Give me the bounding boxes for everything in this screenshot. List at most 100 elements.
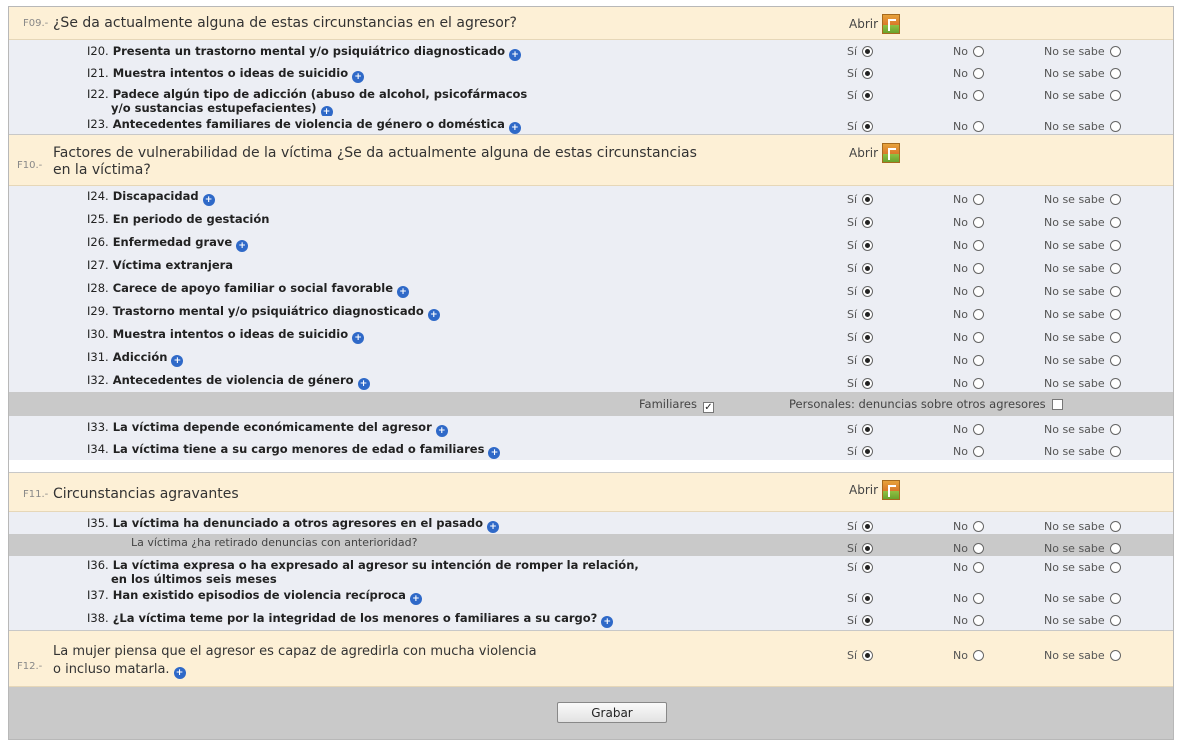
option-si[interactable]: Sí [847,649,874,662]
radio-button[interactable] [972,121,984,132]
option-no[interactable]: No [953,331,984,344]
radio-button[interactable] [972,46,984,57]
option-no[interactable]: No [953,67,984,80]
radio-button[interactable] [862,543,874,554]
info-icon[interactable]: + [397,286,410,298]
option-no[interactable]: No [953,285,984,298]
radio-button[interactable] [1109,562,1121,573]
option-no-se-sabe[interactable]: No se sabe [1044,216,1121,229]
info-icon[interactable]: + [488,447,501,459]
radio-button[interactable] [1109,355,1121,366]
info-icon[interactable]: + [236,240,249,252]
radio-button[interactable] [862,615,874,626]
radio-button[interactable] [862,309,874,320]
checkbox[interactable] [1051,399,1063,410]
option-si[interactable]: Sí [847,45,874,58]
radio-button[interactable] [972,194,984,205]
option-no-se-sabe[interactable]: No se sabe [1044,285,1121,298]
option-no-se-sabe[interactable]: No se sabe [1044,262,1121,275]
option-no[interactable]: No [953,542,984,555]
radio-button[interactable] [862,286,874,297]
radio-button[interactable] [1109,650,1121,661]
radio-button[interactable] [972,332,984,343]
radio-button[interactable] [972,615,984,626]
radio-button[interactable] [1109,615,1121,626]
save-button[interactable]: Grabar [557,702,667,723]
radio-button[interactable] [972,424,984,435]
option-no-se-sabe[interactable]: No se sabe [1044,520,1121,533]
option-no-se-sabe[interactable]: No se sabe [1044,354,1121,367]
radio-button[interactable] [862,446,874,457]
radio-button[interactable] [1109,240,1121,251]
radio-button[interactable] [972,543,984,554]
info-icon[interactable]: + [352,332,365,344]
radio-button[interactable] [862,332,874,343]
option-no[interactable]: No [953,308,984,321]
radio-button[interactable] [1109,446,1121,457]
radio-button[interactable] [972,521,984,532]
option-no[interactable]: No [953,592,984,605]
radio-button[interactable] [972,355,984,366]
radio-button[interactable] [1109,46,1121,57]
option-no-se-sabe[interactable]: No se sabe [1044,193,1121,206]
option-no-se-sabe[interactable]: No se sabe [1044,331,1121,344]
abrir-button[interactable]: Abrir [849,14,901,34]
info-icon[interactable]: + [435,425,448,437]
option-no-se-sabe[interactable]: No se sabe [1044,649,1121,662]
option-si[interactable]: Sí [847,354,874,367]
radio-button[interactable] [862,650,874,661]
option-si[interactable]: Sí [847,262,874,275]
radio-button[interactable] [862,378,874,389]
radio-button[interactable] [972,263,984,274]
radio-button[interactable] [1109,121,1121,132]
option-si[interactable]: Sí [847,89,874,102]
radio-button[interactable] [862,593,874,604]
info-icon[interactable]: + [427,309,440,321]
radio-button[interactable] [1109,332,1121,343]
option-no[interactable]: No [953,216,984,229]
option-si[interactable]: Sí [847,67,874,80]
info-icon[interactable]: + [509,49,522,61]
radio-button[interactable] [972,446,984,457]
option-no-se-sabe[interactable]: No se sabe [1044,592,1121,605]
option-si[interactable]: Sí [847,592,874,605]
radio-button[interactable] [1109,378,1121,389]
radio-button[interactable] [1109,521,1121,532]
abrir-button[interactable]: Abrir [849,143,901,163]
option-no[interactable]: No [953,561,984,574]
radio-button[interactable] [972,593,984,604]
radio-button[interactable] [972,378,984,389]
radio-button[interactable] [972,68,984,79]
familiares-checkbox[interactable]: Familiares ✓ [639,397,714,413]
radio-button[interactable] [1109,286,1121,297]
personales-checkbox[interactable]: Personales: denuncias sobre otros agreso… [789,397,1063,411]
option-si[interactable]: Sí [847,423,874,436]
option-si[interactable]: Sí [847,445,874,458]
option-si[interactable]: Sí [847,331,874,344]
option-no-se-sabe[interactable]: No se sabe [1044,120,1121,133]
option-si[interactable]: Sí [847,239,874,252]
radio-button[interactable] [972,217,984,228]
option-no[interactable]: No [953,377,984,390]
option-si[interactable]: Sí [847,216,874,229]
radio-button[interactable] [862,217,874,228]
radio-button[interactable] [862,424,874,435]
option-no[interactable]: No [953,423,984,436]
option-no[interactable]: No [953,89,984,102]
option-no-se-sabe[interactable]: No se sabe [1044,67,1121,80]
option-no[interactable]: No [953,262,984,275]
radio-button[interactable] [1109,217,1121,228]
option-no[interactable]: No [953,45,984,58]
option-si[interactable]: Sí [847,193,874,206]
option-si[interactable]: Sí [847,542,874,555]
option-no[interactable]: No [953,120,984,133]
option-si[interactable]: Sí [847,120,874,133]
option-no-se-sabe[interactable]: No se sabe [1044,45,1121,58]
radio-button[interactable] [862,263,874,274]
option-no-se-sabe[interactable]: No se sabe [1044,561,1121,574]
radio-button[interactable] [862,562,874,573]
info-icon[interactable]: + [508,122,521,134]
info-icon[interactable]: + [487,521,500,533]
option-si[interactable]: Sí [847,561,874,574]
option-no-se-sabe[interactable]: No se sabe [1044,614,1121,627]
